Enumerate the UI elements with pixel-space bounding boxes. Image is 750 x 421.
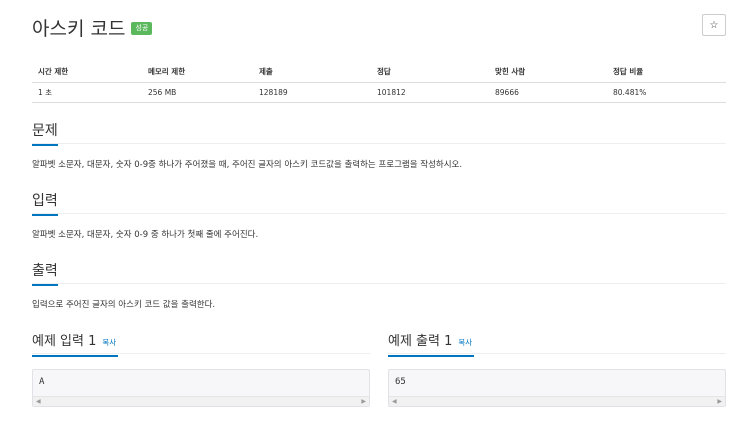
input-text: 알파벳 소문자, 대문자, 숫자 0-9 중 하나가 첫째 줄에 주어진다. bbox=[32, 230, 259, 240]
output-text: 입력으로 주어진 글자의 아스키 코드 값을 출력한다. bbox=[32, 300, 216, 310]
right-arrow-icon[interactable]: ▶ bbox=[717, 398, 722, 406]
description-text: 알파벳 소문자, 대문자, 숫자 0-9중 하나가 주어졌을 때, 주어진 글자… bbox=[32, 160, 463, 170]
value-memory-limit: 256 MB bbox=[142, 82, 253, 103]
star-button[interactable]: ☆ bbox=[702, 14, 726, 36]
section-header: 입력 bbox=[32, 190, 726, 216]
sample-output-content: 65 bbox=[395, 377, 406, 387]
copy-input-button[interactable]: 복사 bbox=[102, 334, 116, 352]
horizontal-scrollbar[interactable]: ◀ ▶ bbox=[33, 396, 369, 406]
right-arrow-icon[interactable]: ▶ bbox=[361, 398, 366, 406]
star-icon: ☆ bbox=[709, 19, 719, 31]
copy-output-button[interactable]: 복사 bbox=[458, 334, 472, 352]
section-header: 문제 bbox=[32, 120, 726, 146]
header-submissions: 제출 bbox=[253, 62, 371, 83]
status-badge: 성공 bbox=[131, 21, 153, 35]
sample-input-box[interactable]: A ◀ ▶ bbox=[32, 369, 370, 407]
sample-output-box[interactable]: 65 ◀ ▶ bbox=[388, 369, 726, 407]
left-arrow-icon[interactable]: ◀ bbox=[36, 398, 41, 406]
output-section: 출력 입력으로 주어진 글자의 아스키 코드 값을 출력한다. bbox=[32, 260, 726, 310]
sample-output-panel: 예제 출력 1 복사 65 ◀ ▶ bbox=[388, 330, 726, 407]
header-solvers: 맞힌 사람 bbox=[489, 62, 607, 83]
problem-info-table: 시간 제한 메모리 제한 제출 정답 맞힌 사람 정답 비율 1 초 256 M… bbox=[32, 62, 726, 103]
value-accepted[interactable]: 101812 bbox=[371, 82, 489, 103]
header-accepted: 정답 bbox=[371, 62, 489, 83]
sample-header: 예제 출력 1 복사 bbox=[388, 330, 726, 357]
header-memory-limit: 메모리 제한 bbox=[142, 62, 253, 83]
input-section: 입력 알파벳 소문자, 대문자, 숫자 0-9 중 하나가 첫째 줄에 주어진다… bbox=[32, 190, 726, 240]
sample-input-label: 예제 입력 1 bbox=[32, 334, 97, 349]
sample-output-label: 예제 출력 1 bbox=[388, 334, 453, 349]
sample-input-panel: 예제 입력 1 복사 A ◀ ▶ bbox=[32, 330, 370, 407]
sample-input-content: A bbox=[39, 377, 45, 387]
sample-header: 예제 입력 1 복사 bbox=[32, 330, 370, 357]
header-accept-ratio: 정답 비율 bbox=[607, 62, 726, 83]
value-time-limit: 1 초 bbox=[32, 82, 142, 103]
header-time-limit: 시간 제한 bbox=[32, 62, 142, 83]
section-header: 출력 bbox=[32, 260, 726, 286]
value-solvers[interactable]: 89666 bbox=[489, 82, 607, 103]
input-title: 입력 bbox=[32, 192, 58, 216]
value-accept-ratio: 80.481% bbox=[607, 82, 726, 103]
problem-header: 아스키 코드 성공 bbox=[32, 14, 153, 40]
table-header-row: 시간 제한 메모리 제한 제출 정답 맞힌 사람 정답 비율 bbox=[32, 62, 726, 83]
sample-input-title: 예제 입력 1 복사 bbox=[32, 333, 119, 357]
left-arrow-icon[interactable]: ◀ bbox=[392, 398, 397, 406]
description-section: 문제 알파벳 소문자, 대문자, 숫자 0-9중 하나가 주어졌을 때, 주어진… bbox=[32, 120, 726, 170]
table-row: 1 초 256 MB 128189 101812 89666 80.481% bbox=[32, 82, 726, 103]
horizontal-scrollbar[interactable]: ◀ ▶ bbox=[389, 396, 725, 406]
page-title: 아스키 코드 bbox=[32, 17, 126, 40]
description-title: 문제 bbox=[32, 122, 58, 146]
sample-output-title: 예제 출력 1 복사 bbox=[388, 333, 475, 357]
value-submissions[interactable]: 128189 bbox=[253, 82, 371, 103]
output-title: 출력 bbox=[32, 262, 58, 286]
